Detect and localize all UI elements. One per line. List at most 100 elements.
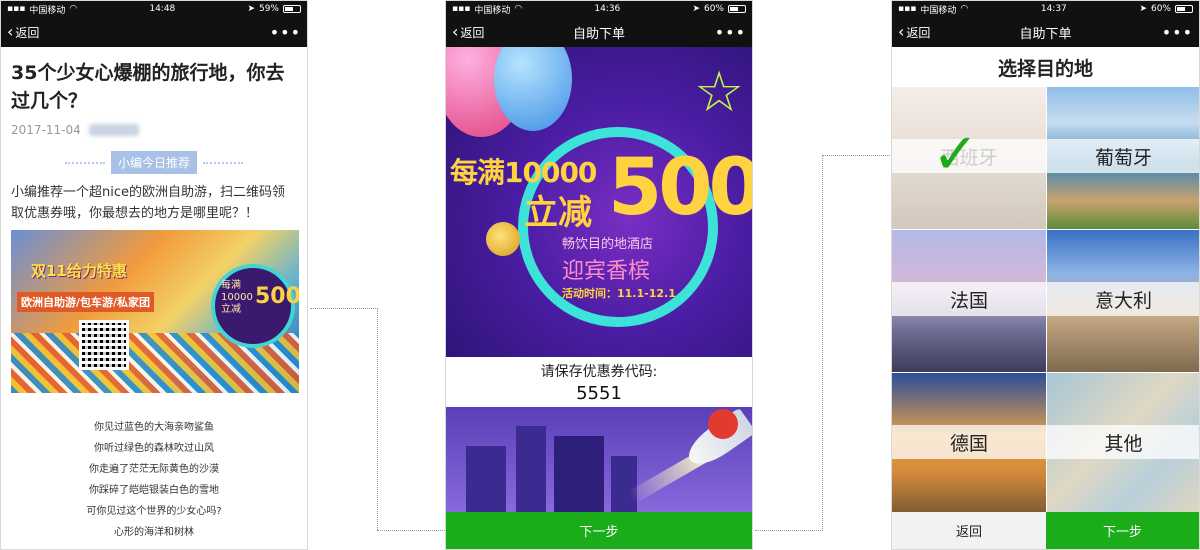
destination-label: 德国: [892, 425, 1046, 459]
destination-tile-other[interactable]: 其他: [1047, 373, 1199, 515]
carrier-label: 中国移动: [474, 5, 511, 16]
next-step-button[interactable]: 下一步: [1046, 512, 1199, 549]
status-bar: ▪▪▪ 中国移动 ◠ 14:36 ➤ 60%: [446, 1, 752, 17]
signal-icon: ▪▪▪: [7, 4, 26, 14]
connector-line: [377, 530, 445, 531]
back-button[interactable]: ‹ 返回: [7, 24, 39, 41]
blurred-author-name: [88, 124, 139, 136]
promo-date: 活动时间：11.1-12.1: [562, 287, 676, 300]
battery-level: [730, 7, 738, 11]
wifi-icon: ◠: [960, 4, 969, 14]
rocket-nose: [708, 409, 738, 439]
building: [516, 426, 546, 516]
divider: [203, 161, 243, 164]
connector-line: [822, 155, 890, 156]
phone-coupon-screen: ▪▪▪ 中国移动 ◠ 14:36 ➤ 60% ‹ 返回 自助下单 ••• ☆ 每…: [445, 0, 753, 550]
poem-line: 你走遍了茫茫无际黄色的沙漠: [89, 464, 219, 475]
nav-bar: ‹ 返回 自助下单 •••: [446, 17, 752, 47]
carrier-label: 中国移动: [29, 5, 66, 16]
nav-bar: ‹ 返回 自助下单 •••: [892, 17, 1199, 47]
back-label: 返回: [460, 25, 485, 40]
destination-label: 葡萄牙: [1047, 139, 1199, 173]
status-bar: ▪▪▪ 中国移动 ◠ 14:37 ➤ 60%: [892, 1, 1199, 17]
wifi-icon: ◠: [69, 4, 78, 14]
location-icon: ➤: [692, 4, 700, 14]
back-button[interactable]: ‹ 返回: [452, 24, 484, 41]
qr-code: [79, 320, 129, 370]
next-step-button[interactable]: 下一步: [446, 512, 752, 549]
poem: 你见过蓝色的大海亲吻鲨鱼 你听过绿色的森林吹过山风 你走遍了茫茫无际黄色的沙漠 …: [11, 417, 297, 543]
destination-label: 法国: [892, 282, 1046, 316]
building: [466, 446, 506, 516]
destination-label: 意大利: [1047, 282, 1199, 316]
clock: 14:48: [149, 4, 176, 14]
poem-line: 你见过蓝色的大海亲吻鲨鱼: [94, 422, 214, 433]
promo-subtitle: 畅饮目的地酒店: [562, 237, 654, 252]
status-bar: ▪▪▪ 中国移动 ◠ 14:48 ➤ 59%: [1, 1, 307, 17]
chevron-left-icon: ‹: [7, 22, 14, 41]
star-icon: ☆: [694, 60, 745, 125]
chevron-left-icon: ‹: [898, 22, 905, 41]
wifi-icon: ◠: [514, 4, 523, 14]
destination-tile-portugal[interactable]: 葡萄牙: [1047, 87, 1199, 229]
battery-icon: [1175, 5, 1193, 13]
article-body: 35个少女心爆棚的旅行地，你去过几个？ 2017-11-04 小编今日推荐 小编…: [1, 47, 307, 549]
phone-destination-screen: ▪▪▪ 中国移动 ◠ 14:37 ➤ 60% ‹ 返回 自助下单 ••• 选择目…: [891, 0, 1200, 550]
destination-tile-germany[interactable]: 德国: [892, 373, 1046, 515]
battery-level: [1177, 7, 1185, 11]
battery-icon: [283, 5, 301, 13]
phone-article-screen: ▪▪▪ 中国移动 ◠ 14:48 ➤ 59% ‹ 返回 ••• 35个少女心爆棚…: [0, 0, 308, 550]
chevron-left-icon: ‹: [452, 22, 459, 41]
article-date: 2017-11-04: [11, 123, 81, 137]
battery-icon: [728, 5, 746, 13]
coin-icon: [486, 222, 520, 256]
nav-title: 自助下单: [572, 26, 625, 42]
connector-line: [755, 530, 823, 531]
divider: [64, 161, 105, 164]
connector-line: [377, 308, 378, 530]
connector-line: [310, 308, 378, 309]
nav-title: 自助下单: [1019, 26, 1072, 42]
destination-grid: ✓ 西班牙 葡萄牙 法国 意大利 德国 其他: [892, 87, 1199, 515]
connector-line: [822, 155, 823, 531]
back-label: 返回: [15, 25, 40, 40]
article-meta: 2017-11-04: [11, 123, 297, 137]
poem-line: 你踩碎了皑皑银装白色的雪地: [89, 485, 219, 496]
poem-line: 可你见过这个世界的少女心吗?: [86, 506, 222, 517]
more-icon[interactable]: •••: [715, 23, 746, 42]
footer-actions: 返回 下一步: [892, 512, 1199, 549]
battery-level: [285, 7, 293, 11]
more-icon[interactable]: •••: [1162, 23, 1193, 42]
destination-tile-spain[interactable]: ✓ 西班牙: [892, 87, 1046, 229]
checkmark-icon: ✓: [932, 122, 979, 187]
coupon-code[interactable]: 5551: [446, 383, 752, 404]
banner-subline: 欧洲自助游/包车游/私家团: [17, 292, 155, 312]
circle-amount: 500: [255, 284, 299, 309]
building: [554, 436, 604, 516]
city-rocket-illustration: [446, 407, 752, 516]
battery-percent: 60%: [703, 4, 724, 14]
back-step-button[interactable]: 返回: [892, 512, 1046, 549]
clock: 14:36: [594, 4, 621, 14]
back-button[interactable]: ‹ 返回: [898, 24, 930, 41]
promo-amount: 500: [608, 143, 752, 233]
article-title: 35个少女心爆棚的旅行地，你去过几个？: [11, 62, 285, 112]
signal-icon: ▪▪▪: [898, 4, 917, 14]
promo-gift: 迎宾香槟: [562, 259, 651, 284]
banner-headline: 双11给力特惠: [31, 262, 127, 280]
battery-percent: 59%: [258, 4, 279, 14]
destination-tile-france[interactable]: 法国: [892, 230, 1046, 372]
recommend-tag: 小编今日推荐: [11, 151, 297, 174]
destination-label: 其他: [1047, 425, 1199, 459]
location-icon: ➤: [1139, 4, 1147, 14]
signal-icon: ▪▪▪: [452, 4, 471, 14]
building: [611, 456, 637, 516]
more-icon[interactable]: •••: [270, 23, 301, 42]
location-icon: ➤: [247, 4, 255, 14]
carrier-label: 中国移动: [920, 5, 957, 16]
article-intro: 小编推荐一个超nice的欧洲自助游，扫二维码领取优惠券哦，你最想去的地方是哪里呢…: [11, 185, 285, 221]
destination-tile-italy[interactable]: 意大利: [1047, 230, 1199, 372]
promo-poster: ☆ 每满10000 立减 500 畅饮目的地酒店 迎宾香槟 活动时间：11.1-…: [446, 47, 752, 357]
clock: 14:37: [1040, 4, 1067, 14]
promo-banner-image[interactable]: 双11给力特惠 欧洲自助游/包车游/私家团 每满10000 立减 500: [11, 230, 299, 393]
